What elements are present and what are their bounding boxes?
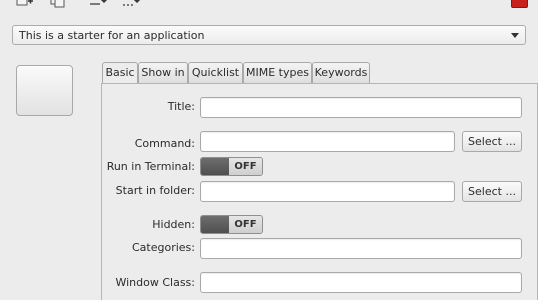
command-field[interactable] bbox=[200, 131, 455, 152]
tab-show-in[interactable]: Show in bbox=[138, 62, 188, 83]
download-icon[interactable] bbox=[88, 0, 108, 8]
toggle-state-text: OFF bbox=[229, 216, 262, 233]
toggle-state-text: OFF bbox=[229, 158, 262, 175]
toolbar bbox=[0, 0, 538, 20]
tab-mime-types[interactable]: MIME types bbox=[243, 62, 312, 83]
tab-basic[interactable]: Basic bbox=[102, 62, 138, 84]
launcher-icon-button[interactable] bbox=[16, 65, 73, 116]
command-label: Command: bbox=[134, 137, 195, 150]
app-window: This is a starter for an application Bas… bbox=[0, 0, 538, 300]
command-select-button[interactable]: Select ... bbox=[462, 131, 522, 152]
run-in-terminal-toggle[interactable]: OFF bbox=[200, 157, 263, 176]
categories-label: Categories: bbox=[132, 241, 195, 254]
categories-field[interactable] bbox=[200, 238, 522, 259]
download-more-icon[interactable] bbox=[122, 0, 142, 8]
close-icon[interactable] bbox=[511, 0, 528, 8]
folder-select-button[interactable]: Select ... bbox=[462, 181, 522, 202]
hidden-toggle[interactable]: OFF bbox=[200, 215, 263, 234]
tab-quicklist[interactable]: Quicklist bbox=[188, 62, 243, 83]
template-dropdown-value: This is a starter for an application bbox=[19, 29, 205, 42]
run-in-terminal-label: Run in Terminal: bbox=[106, 160, 195, 173]
basic-tab-panel: Title: Command: Select ... Run in Termin… bbox=[101, 83, 538, 300]
template-dropdown[interactable]: This is a starter for an application bbox=[12, 25, 526, 45]
add-icon[interactable] bbox=[14, 0, 34, 8]
window-class-field[interactable] bbox=[200, 272, 522, 293]
toggle-knob bbox=[201, 158, 229, 175]
toggle-knob bbox=[201, 216, 229, 233]
title-field[interactable] bbox=[200, 97, 522, 118]
tab-keywords[interactable]: Keywords bbox=[312, 62, 370, 83]
window-class-label: Window Class: bbox=[115, 276, 195, 289]
hidden-label: Hidden: bbox=[152, 218, 195, 231]
copy-icon[interactable] bbox=[48, 0, 68, 8]
chevron-down-icon bbox=[511, 33, 519, 38]
title-label: Title: bbox=[167, 100, 195, 113]
start-in-folder-field[interactable] bbox=[200, 181, 455, 202]
start-in-folder-label: Start in folder: bbox=[115, 184, 195, 197]
